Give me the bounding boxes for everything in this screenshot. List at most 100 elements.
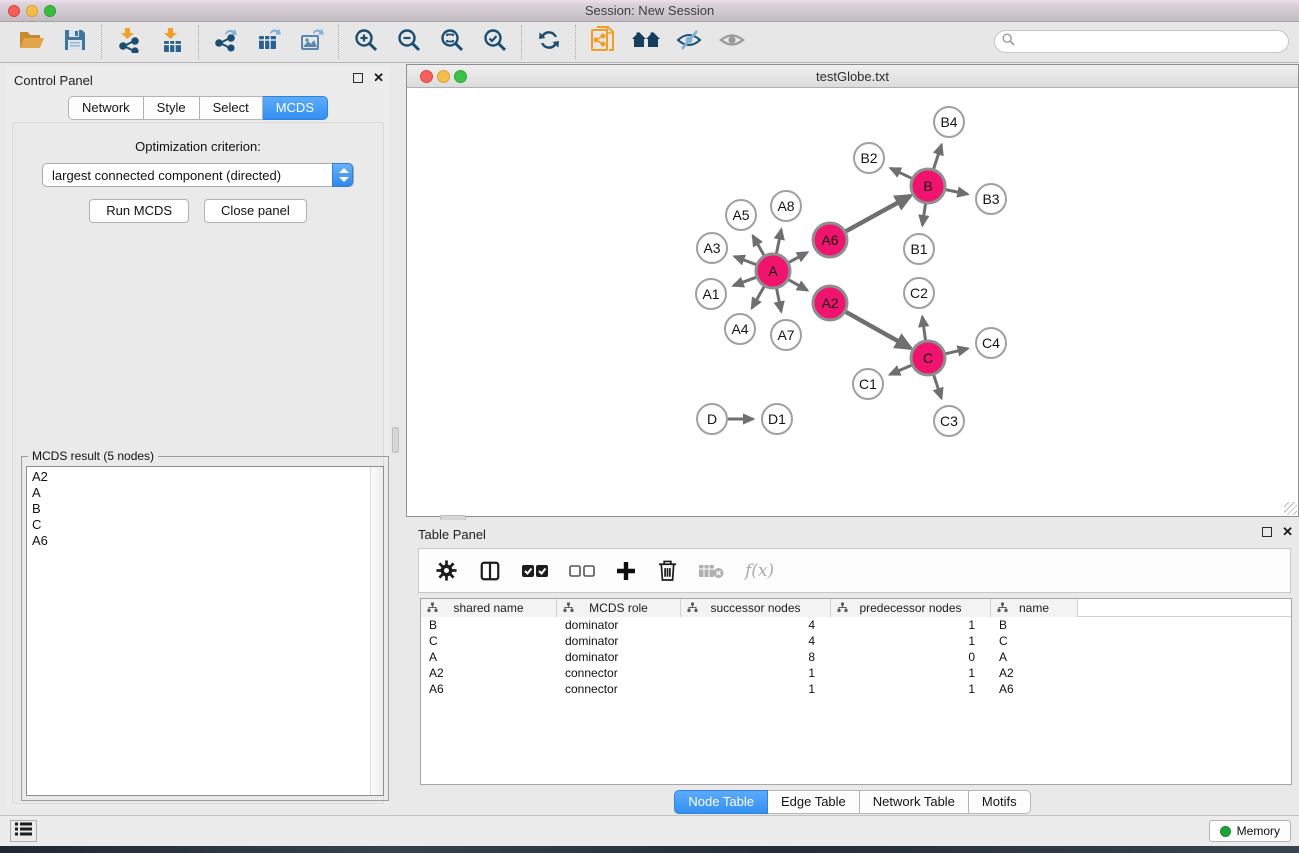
edge-B-B2[interactable] — [891, 168, 912, 178]
tab-network-table[interactable]: Network Table — [860, 790, 969, 814]
mcds-result-list[interactable]: A2ABCA6 — [26, 466, 384, 796]
edge-A2-C[interactable] — [846, 312, 911, 348]
edge-C-C3[interactable] — [934, 375, 942, 398]
tab-style[interactable]: Style — [144, 96, 200, 120]
zoom-in-button[interactable] — [344, 25, 387, 59]
node-label-A5: A5 — [732, 207, 749, 223]
edge-A-A1[interactable] — [734, 277, 757, 285]
table-row[interactable]: Bdominator41B — [421, 617, 1291, 633]
table-row[interactable]: Adominator80A — [421, 649, 1291, 665]
document-network-button[interactable] — [581, 25, 624, 59]
export-network-button[interactable] — [204, 25, 247, 59]
tab-mcds[interactable]: MCDS — [263, 96, 328, 120]
tab-motifs[interactable]: Motifs — [969, 790, 1031, 814]
column-header-name[interactable]: name — [991, 599, 1078, 617]
tab-network[interactable]: Network — [68, 96, 144, 120]
vertical-split-handle[interactable] — [392, 427, 399, 453]
node-table[interactable]: shared nameMCDS rolesuccessor nodesprede… — [420, 598, 1292, 785]
refresh-icon — [536, 27, 562, 58]
criterion-dropdown[interactable]: largest connected component (directed) — [42, 163, 354, 187]
eye-button[interactable] — [710, 25, 753, 59]
network-canvas[interactable]: B4B2BB3A8A5A6A3B1AA1C2A2A4A7C4CC1C3DD1 — [407, 89, 1298, 516]
memory-button[interactable]: Memory — [1209, 820, 1291, 842]
function-builder-icon[interactable]: f(x) — [745, 561, 774, 581]
import-network-button[interactable] — [107, 25, 150, 59]
eye-slash-button[interactable] — [667, 25, 710, 59]
edge-A-A6[interactable] — [789, 252, 807, 262]
network-window: testGlobe.txt B4B2BB3A8A5A6A3B1AA1C2A2A4… — [406, 64, 1299, 517]
run-mcds-button[interactable]: Run MCDS — [89, 199, 189, 223]
network-window-titlebar[interactable]: testGlobe.txt — [407, 65, 1298, 88]
result-item[interactable]: A6 — [32, 533, 383, 549]
result-scrollbar[interactable] — [370, 467, 383, 795]
deselect-all-icon[interactable] — [569, 564, 595, 578]
zoom-out-button[interactable] — [387, 25, 430, 59]
zoom-fit-button[interactable] — [430, 25, 473, 59]
node-label-A6: A6 — [821, 232, 838, 248]
edge-A-A5[interactable] — [753, 236, 764, 256]
table-cell: A6 — [421, 681, 557, 697]
table-cell: A — [991, 649, 1078, 665]
export-table-button[interactable] — [247, 25, 290, 59]
search-input[interactable] — [1020, 34, 1288, 49]
table-panel: Table Panel ✕ f(x) shared nameMCDS roles… — [406, 520, 1299, 815]
edge-A-A4[interactable] — [752, 287, 764, 309]
resize-grip-icon[interactable] — [1284, 502, 1297, 515]
tab-select[interactable]: Select — [200, 96, 263, 120]
status-bar: Memory — [0, 815, 1299, 846]
tab-edge-table[interactable]: Edge Table — [768, 790, 860, 814]
edge-C-C2[interactable] — [922, 317, 925, 340]
criterion-value: largest connected component (directed) — [52, 168, 281, 183]
float-panel-icon[interactable] — [353, 73, 363, 83]
result-item[interactable]: C — [32, 517, 383, 533]
toolbar-separator — [198, 25, 199, 59]
control-panel-title: Control Panel — [14, 73, 93, 88]
column-type-icon — [837, 602, 848, 616]
column-header-MCDS-role[interactable]: MCDS role — [557, 599, 681, 617]
import-table-button[interactable] — [150, 25, 193, 59]
open-session-button[interactable] — [10, 25, 53, 59]
result-item[interactable]: A — [32, 485, 383, 501]
export-image-button[interactable] — [290, 25, 333, 59]
optimization-criterion-label: Optimization criterion: — [13, 139, 383, 154]
toolbar-separator — [101, 25, 102, 59]
column-header-predecessor-nodes[interactable]: predecessor nodes — [831, 599, 991, 617]
column-header-shared-name[interactable]: shared name — [421, 599, 557, 617]
edge-A-A8[interactable] — [777, 230, 782, 254]
edge-A-A7[interactable] — [777, 289, 782, 312]
table-row[interactable]: Cdominator41C — [421, 633, 1291, 649]
result-item[interactable]: B — [32, 501, 383, 517]
edge-A-A3[interactable] — [735, 257, 757, 265]
close-panel-icon[interactable]: ✕ — [373, 73, 384, 83]
add-column-icon[interactable] — [616, 561, 636, 581]
table-row[interactable]: A6connector11A6 — [421, 681, 1291, 697]
result-item[interactable]: A2 — [32, 469, 383, 485]
homes-button[interactable] — [624, 25, 667, 59]
select-all-icon[interactable] — [522, 564, 548, 578]
zoom-fit-icon — [439, 27, 465, 58]
settings-gear-icon[interactable] — [435, 559, 458, 582]
zoom-selected-button[interactable] — [473, 25, 516, 59]
close-panel-button[interactable]: Close panel — [204, 199, 307, 223]
float-table-panel-icon[interactable] — [1262, 527, 1272, 537]
tab-node-table[interactable]: Node Table — [674, 790, 768, 814]
node-label-D1: D1 — [768, 411, 786, 427]
edge-B-B1[interactable] — [922, 204, 925, 225]
search-box[interactable] — [994, 30, 1289, 53]
show-columns-icon[interactable] — [479, 560, 501, 582]
save-session-button[interactable] — [53, 25, 96, 59]
close-table-panel-icon[interactable]: ✕ — [1282, 527, 1293, 537]
edge-C-C1[interactable] — [890, 365, 912, 374]
task-history-button[interactable] — [10, 820, 37, 842]
table-row[interactable]: A2connector11A2 — [421, 665, 1291, 681]
refresh-button[interactable] — [527, 25, 570, 59]
column-header-successor-nodes[interactable]: successor nodes — [681, 599, 831, 617]
edge-B-B3[interactable] — [946, 190, 968, 195]
edge-B-B4[interactable] — [934, 145, 942, 169]
edge-A-A2[interactable] — [789, 280, 808, 291]
edge-A6-B[interactable] — [846, 196, 911, 232]
table-cell: A2 — [991, 665, 1078, 681]
delete-trash-icon[interactable] — [657, 559, 678, 582]
delete-table-icon[interactable] — [699, 563, 724, 579]
edge-C-C4[interactable] — [946, 349, 968, 354]
